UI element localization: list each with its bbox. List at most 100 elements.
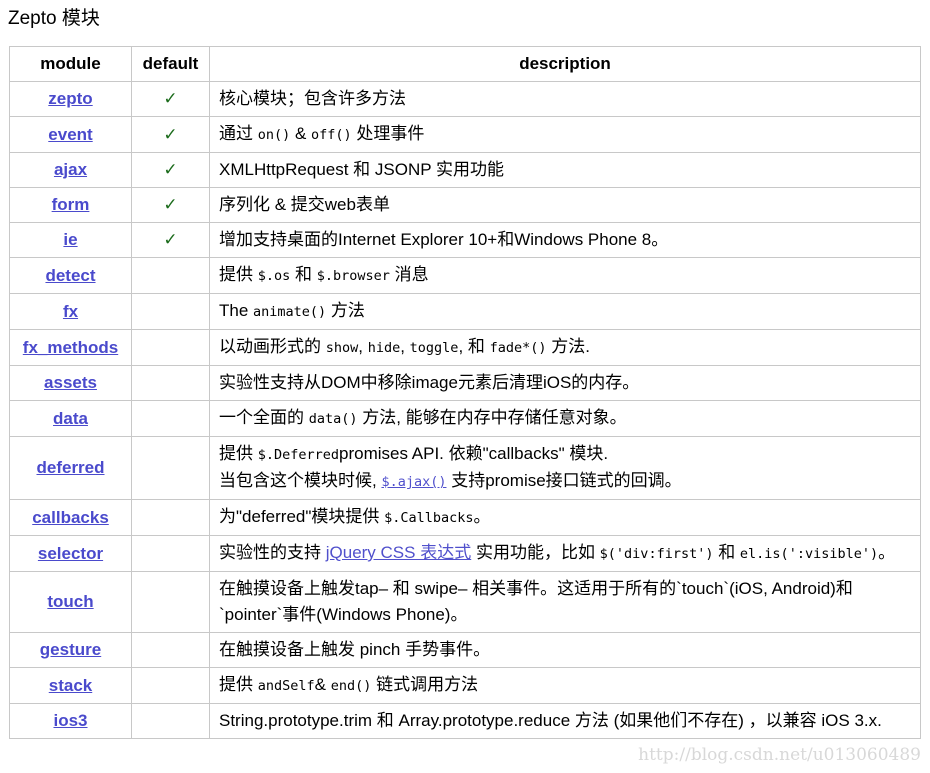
code-snippet: hide (367, 340, 401, 356)
module-cell: fx_methods (9, 329, 132, 366)
code-snippet: end() (330, 678, 372, 694)
description-text: 以动画形式的 (219, 337, 326, 356)
default-cell (131, 535, 210, 572)
description-text: 提供 (219, 675, 258, 694)
table-row: gesture 在触摸设备上触发 pinch 手势事件。 (9, 632, 921, 668)
module-cell: selector (9, 535, 132, 572)
checkmark-icon: ✓ (131, 116, 210, 153)
description-text: 链式调用方法 (371, 675, 479, 694)
checkmark-icon: ✓ (131, 81, 210, 117)
description-cell: 在触摸设备上触发tap– 和 swipe– 相关事件。这适用于所有的`touch… (209, 571, 921, 633)
description-text: 和 (713, 543, 740, 562)
code-snippet: andSelf (257, 678, 315, 694)
description-text: 一个全面的 (219, 408, 309, 427)
description-text: 在触摸设备上触发tap– 和 swipe– 相关事件。这适用于所有的`touch… (219, 579, 853, 624)
module-cell: event (9, 116, 132, 153)
description-cell: 通过 on() & off() 处理事件 (209, 116, 921, 153)
description-text: 增加支持桌面的Internet Explorer 10+和Windows Pho… (219, 230, 669, 249)
default-cell (131, 667, 210, 704)
description-text: String.prototype.trim 和 Array.prototype.… (219, 711, 882, 730)
code-snippet: toggle (409, 340, 459, 356)
checkmark-icon: ✓ (131, 187, 210, 223)
description-text: The (219, 301, 254, 320)
module-link-ie[interactable]: ie (63, 230, 77, 249)
default-cell (131, 365, 210, 401)
default-cell (131, 571, 210, 633)
table-row: stack 提供 andSelf& end() 链式调用方法 (9, 667, 921, 704)
table-row: touch 在触摸设备上触发tap– 和 swipe– 相关事件。这适用于所有的`… (9, 571, 921, 633)
module-link-fx-methods[interactable]: fx_methods (23, 338, 118, 357)
module-link-zepto[interactable]: zepto (48, 89, 92, 108)
default-cell (131, 293, 210, 330)
module-link-touch[interactable]: touch (47, 592, 93, 611)
description-text: 实验性支持从DOM中移除image元素后清理iOS的内存。 (219, 373, 640, 392)
description-text: XMLHttpRequest 和 JSONP 实用功能 (219, 160, 504, 179)
description-cell: 以动画形式的 show, hide, toggle, 和 fade*() 方法. (209, 329, 921, 366)
code-snippet: off() (311, 127, 352, 143)
code-snippet: show (325, 340, 359, 356)
description-cell: 实验性支持从DOM中移除image元素后清理iOS的内存。 (209, 365, 921, 401)
module-link-selector[interactable]: selector (38, 544, 103, 563)
description-cell: 为"deferred"模块提供 $.Callbacks。 (209, 499, 921, 536)
module-cell: detect (9, 257, 132, 294)
default-cell (131, 400, 210, 437)
module-cell: zepto (9, 81, 132, 117)
default-cell (131, 499, 210, 536)
checkmark-icon: ✓ (131, 222, 210, 258)
table-row: callbacks 为"deferred"模块提供 $.Callbacks。 (9, 499, 921, 536)
module-cell: form (9, 187, 132, 223)
description-text: 。 (878, 543, 896, 562)
module-cell: ajax (9, 152, 132, 188)
code-snippet: $.Callbacks (384, 510, 474, 526)
module-link-deferred[interactable]: deferred (36, 458, 104, 477)
module-link-form[interactable]: form (52, 195, 90, 214)
description-text: 核心模块；包含许多方法 (219, 89, 406, 108)
description-text: & (290, 124, 312, 143)
description-text: & (314, 675, 331, 694)
description-text: 方法 (326, 301, 365, 320)
module-link-ajax[interactable]: ajax (54, 160, 87, 179)
description-text: 为"deferred"模块提供 (219, 507, 385, 526)
description-text: 支持promise接口链式的回调。 (446, 471, 682, 490)
module-link-event[interactable]: event (48, 125, 92, 144)
description-text: , 和 (458, 337, 490, 356)
module-link-callbacks[interactable]: callbacks (32, 508, 109, 527)
table-row: event ✓ 通过 on() & off() 处理事件 (9, 116, 921, 153)
default-cell (131, 436, 210, 500)
code-snippet: data() (308, 411, 358, 427)
description-text: 和 (290, 265, 317, 284)
code-snippet: $('div:first') (599, 546, 714, 562)
table-row: ajax ✓ XMLHttpRequest 和 JSONP 实用功能 (9, 152, 921, 188)
module-link-data[interactable]: data (53, 409, 88, 428)
description-cell: 在触摸设备上触发 pinch 手势事件。 (209, 632, 921, 668)
description-cell: 提供 andSelf& end() 链式调用方法 (209, 667, 921, 704)
description-text: 实用功能，比如 (471, 543, 600, 562)
table-row: fx The animate() 方法 (9, 293, 921, 330)
description-text: 实验性的支持 (219, 543, 326, 562)
description-text: promises API. 依赖"callbacks" 模块. (339, 444, 609, 463)
module-link-gesture[interactable]: gesture (40, 640, 101, 659)
module-link-fx[interactable]: fx (63, 302, 78, 321)
module-link-detect[interactable]: detect (45, 266, 95, 285)
description-text: 。 (473, 507, 491, 526)
checkmark-icon: ✓ (131, 152, 210, 188)
description-cell: String.prototype.trim 和 Array.prototype.… (209, 703, 921, 739)
description-cell: 一个全面的 data() 方法, 能够在内存中存储任意对象。 (209, 400, 921, 437)
module-cell: touch (9, 571, 132, 633)
code-snippet: el.is(':visible') (739, 546, 879, 562)
module-link-assets[interactable]: assets (44, 373, 97, 392)
module-cell: ie (9, 222, 132, 258)
description-text: 通过 (219, 124, 258, 143)
module-link-ios3[interactable]: ios3 (53, 711, 87, 730)
module-link-stack[interactable]: stack (49, 676, 92, 695)
description-text: 当包含这个模块时候, (219, 471, 382, 490)
code-snippet: $.os (257, 268, 291, 284)
module-cell: ios3 (9, 703, 132, 739)
description-text: 提供 (219, 265, 258, 284)
table-row: data 一个全面的 data() 方法, 能够在内存中存储任意对象。 (9, 400, 921, 437)
table-row: detect 提供 $.os 和 $.browser 消息 (9, 257, 921, 294)
default-cell (131, 632, 210, 668)
table-row: selector 实验性的支持 jQuery CSS 表达式 实用功能，比如 $(… (9, 535, 921, 572)
code-link[interactable]: $.ajax() (381, 474, 446, 490)
doc-link[interactable]: jQuery CSS 表达式 (326, 543, 471, 562)
